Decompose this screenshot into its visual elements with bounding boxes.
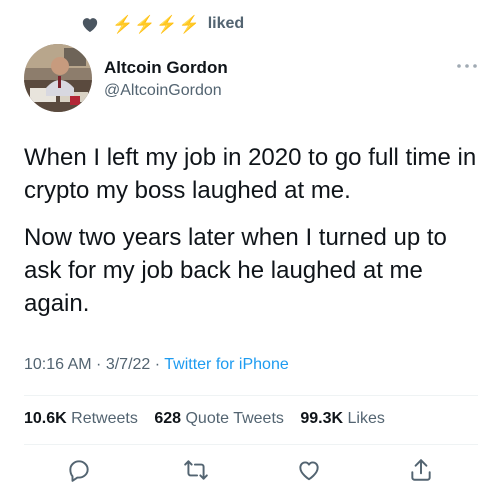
lightning-bolt-icon: ⚡ — [178, 14, 200, 34]
divider — [24, 395, 478, 396]
retweets-label: Retweets — [71, 410, 138, 427]
quote-tweets-count: 628 — [154, 410, 182, 427]
tweet-actions — [0, 453, 500, 485]
tweet-date[interactable]: 3/7/22 — [106, 356, 150, 373]
tweet-source[interactable]: Twitter for iPhone — [164, 356, 289, 373]
lightning-bolt-icon: ⚡ — [112, 14, 134, 34]
tweet-time[interactable]: 10:16 AM — [24, 356, 92, 373]
retweet-icon[interactable] — [183, 457, 209, 483]
more-options-icon[interactable] — [456, 62, 478, 70]
reply-icon[interactable] — [66, 457, 92, 483]
lightning-bolt-icon: ⚡ — [134, 14, 156, 34]
author-handle[interactable]: @AltcoinGordon — [104, 82, 222, 100]
liked-label: liked — [207, 15, 245, 32]
tweet-meta: 10:16 AM · 3/7/22 · Twitter for iPhone — [24, 356, 289, 374]
meta-separator: · — [91, 356, 106, 373]
likes-stat[interactable]: 99.3K Likes — [300, 410, 385, 427]
avatar[interactable] — [24, 44, 92, 112]
likes-label: Likes — [347, 410, 385, 427]
divider — [24, 444, 478, 445]
quote-tweets-label: Quote Tweets — [185, 410, 284, 427]
heart-icon — [82, 18, 98, 32]
retweets-stat[interactable]: 10.6K Retweets — [24, 410, 138, 427]
lightning-bolt-icon: ⚡ — [156, 14, 178, 34]
share-icon[interactable] — [408, 457, 434, 483]
tweet-text: When I left my job in 2020 to go full ti… — [24, 141, 484, 334]
liked-bar: ⚡ ⚡ ⚡ ⚡ liked — [80, 11, 244, 37]
author-name[interactable]: Altcoin Gordon — [104, 58, 228, 78]
avatar-image — [24, 44, 92, 112]
tweet-paragraph: Now two years later when I turned up to … — [24, 224, 447, 317]
meta-separator: · — [150, 356, 165, 373]
tweet-paragraph: When I left my job in 2020 to go full ti… — [24, 144, 477, 204]
quote-tweets-stat[interactable]: 628 Quote Tweets — [154, 410, 284, 427]
tweet-stats: 10.6K Retweets 628 Quote Tweets 99.3K Li… — [24, 410, 397, 428]
like-icon[interactable] — [296, 457, 322, 483]
retweets-count: 10.6K — [24, 410, 67, 427]
likes-count: 99.3K — [300, 410, 344, 427]
